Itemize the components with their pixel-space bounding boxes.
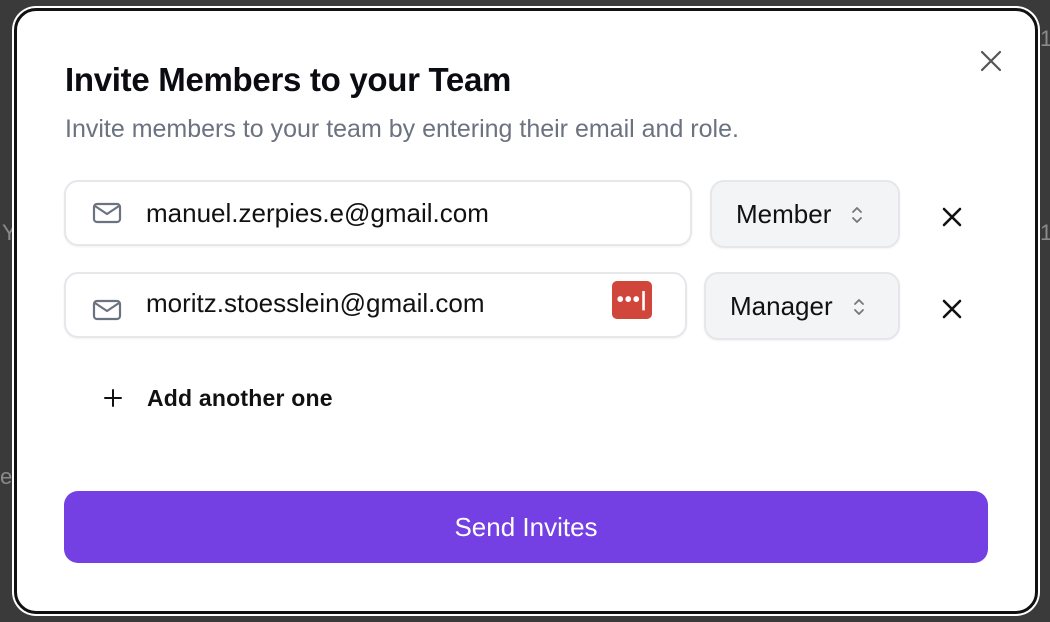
dialog-subtitle: Invite members to your team by entering … — [65, 115, 739, 143]
close-icon — [942, 299, 962, 319]
invite-email-field-2[interactable]: moritz.stoesslein@gmail.com — [64, 272, 687, 338]
close-icon — [942, 207, 962, 227]
invite-members-dialog: Invite Members to your Team Invite membe… — [14, 8, 1038, 614]
send-invites-button[interactable]: Send Invites — [64, 491, 988, 563]
remove-invite-button-1[interactable] — [937, 202, 967, 232]
plus-icon — [103, 388, 123, 408]
invite-role-value-2: Manager — [730, 290, 833, 321]
close-dialog-button[interactable] — [977, 47, 1005, 75]
invite-role-select-2[interactable]: Manager — [704, 272, 900, 340]
dialog-title: Invite Members to your Team — [65, 61, 512, 98]
chevron-up-down-icon — [852, 207, 862, 223]
chevron-up-down-icon — [854, 299, 864, 315]
mail-icon — [92, 298, 122, 322]
invite-role-value-1: Member — [736, 198, 832, 229]
remove-invite-button-2[interactable] — [937, 294, 967, 324]
add-another-button[interactable]: Add another one — [103, 383, 333, 413]
add-another-label: Add another one — [147, 384, 333, 411]
invite-role-select-1[interactable]: Member — [710, 180, 900, 248]
mail-icon — [92, 201, 122, 225]
password-manager-icon[interactable]: •••| — [612, 281, 652, 319]
background-glyph-top-right: 1 — [1040, 26, 1050, 51]
invite-email-field-1[interactable]: manuel.zerpies.e@gmail.com — [64, 180, 692, 246]
background-glyph-mid-right: 1 — [1040, 220, 1050, 245]
background-glyph-lower-left: e — [0, 464, 13, 489]
invite-email-value-2: moritz.stoesslein@gmail.com — [146, 288, 485, 318]
close-icon — [980, 50, 1002, 72]
invite-email-value-1: manuel.zerpies.e@gmail.com — [146, 197, 489, 228]
